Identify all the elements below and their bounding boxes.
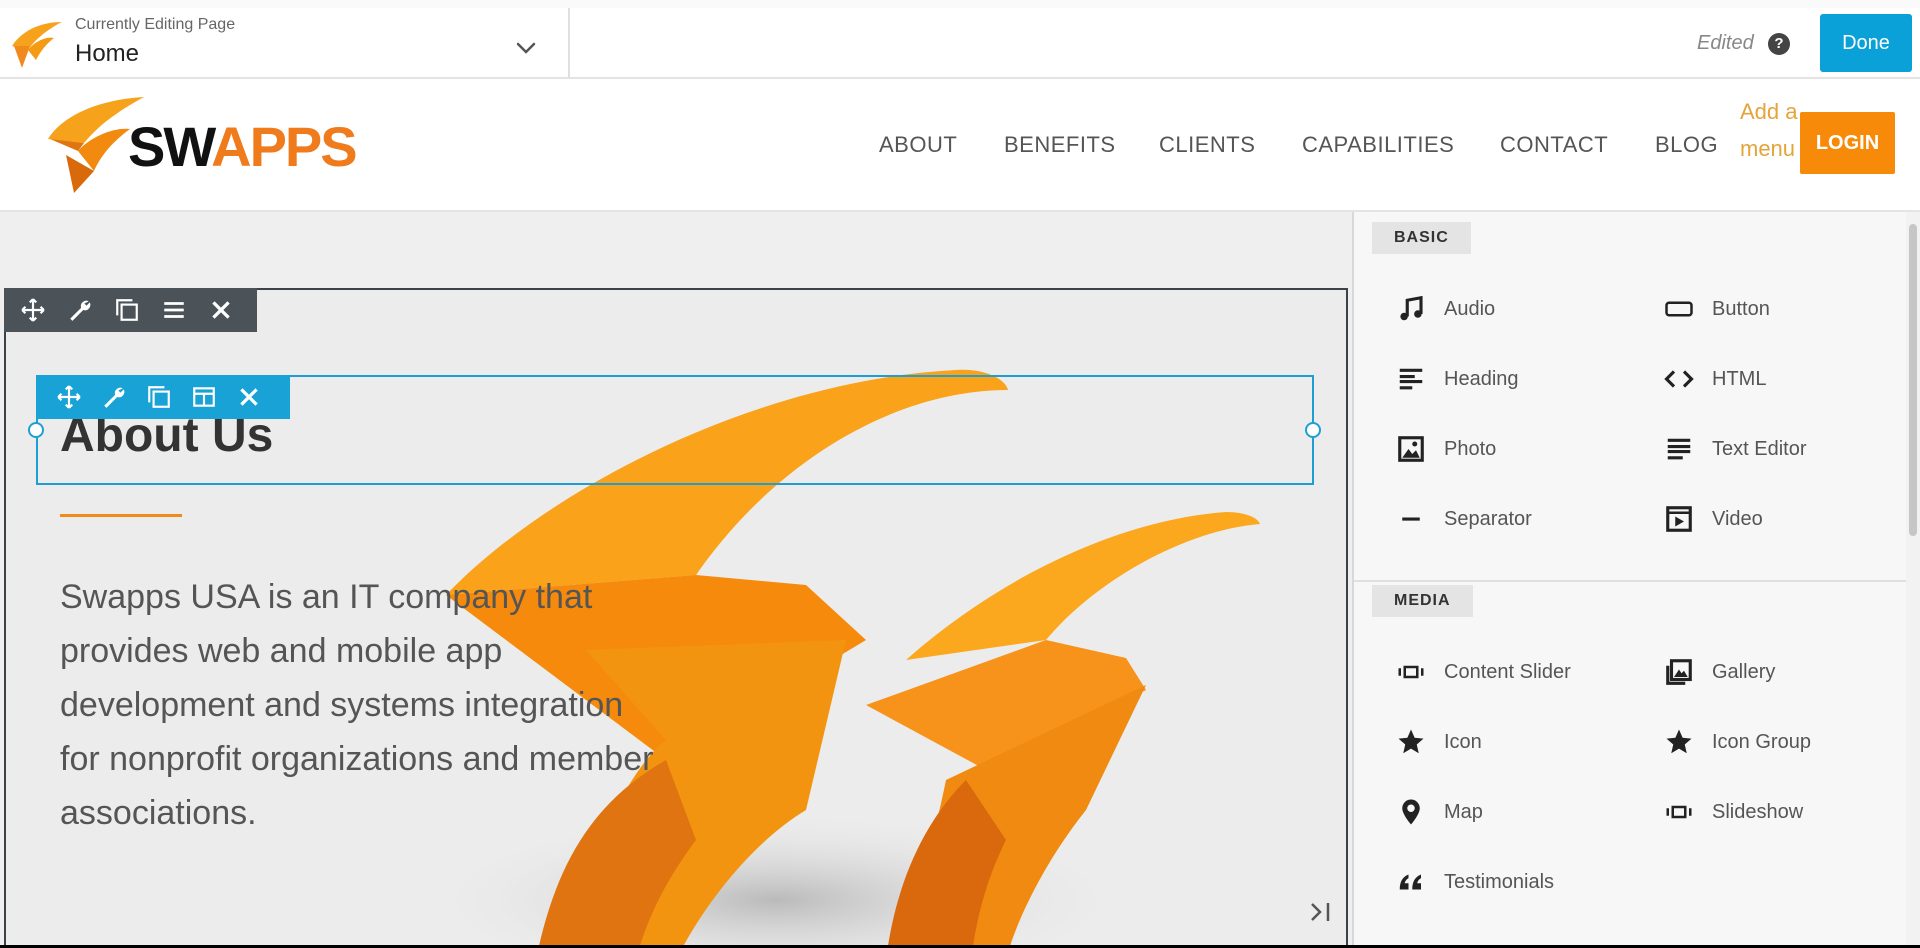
module-label: Content Slider [1444,660,1571,683]
section-title-media: MEDIA [1372,585,1473,617]
nav-blog[interactable]: BLOG [1655,132,1718,158]
nav-clients[interactable]: CLIENTS [1159,132,1255,158]
site-header: SWAPPS ABOUT BENEFITS CLIENTS CAPABILITI… [0,79,1920,212]
module-video[interactable]: Video [1664,499,1763,539]
move-icon[interactable] [20,297,46,323]
modules-panel: BASIC Audio Button Heading HTML Photo Te… [1352,212,1920,945]
close-icon[interactable] [236,384,262,410]
module-separator[interactable]: Separator [1396,499,1532,539]
resize-handle-right[interactable] [1305,422,1321,438]
code-icon [1664,370,1694,388]
module-label: Icon [1444,730,1482,753]
module-text-editor[interactable]: Text Editor [1664,429,1806,469]
section-title-basic: BASIC [1372,222,1471,254]
done-button[interactable]: Done [1820,14,1912,72]
login-button[interactable]: LOGIN [1800,112,1895,174]
module-label: Testimonials [1444,870,1555,893]
nav-benefits[interactable]: BENEFITS [1004,132,1116,158]
collapse-panel-icon[interactable] [1306,898,1334,926]
resize-handle-left[interactable] [28,422,44,438]
module-photo[interactable]: Photo [1396,429,1496,469]
slideshow-icon [1666,805,1692,819]
separator-icon [1402,517,1420,521]
about-paragraph[interactable]: Swapps USA is an IT company that provide… [60,570,660,840]
module-map[interactable]: Map [1396,792,1483,832]
star-icon [1666,729,1692,754]
quote-icon [1399,874,1421,890]
nav-capabilities[interactable]: CAPABILITIES [1302,132,1454,158]
module-label: Map [1444,800,1483,823]
nav-contact[interactable]: CONTACT [1500,132,1608,158]
editor-top-bar: Currently Editing Page Home Edited ? Don… [0,0,1920,79]
button-icon [1665,301,1693,317]
module-label: Heading [1444,367,1519,390]
module-label: Slideshow [1712,800,1804,823]
module-gallery[interactable]: Gallery [1664,652,1775,692]
slider-icon [1398,665,1424,679]
text-editor-icon [1667,438,1691,460]
star-icon [1398,729,1424,754]
panel-scroll-thumb[interactable] [1909,224,1917,536]
help-icon[interactable]: ? [1768,33,1790,55]
module-label: Gallery [1712,660,1776,683]
module-label: Photo [1444,437,1497,460]
topbar-divider [568,8,570,78]
module-heading[interactable]: Heading [1396,359,1519,399]
module-label: Separator [1444,507,1532,530]
module-html[interactable]: HTML [1664,359,1766,399]
video-icon [1666,506,1692,532]
page-selector[interactable]: Home [75,40,139,68]
music-note-icon [1400,295,1423,321]
module-content-slider[interactable]: Content Slider [1396,652,1571,692]
heading-icon [1399,368,1423,390]
wrench-icon[interactable] [101,384,127,410]
module-icon[interactable]: Icon [1396,722,1482,762]
app-logo-icon[interactable] [6,16,64,74]
wrench-icon[interactable] [67,297,93,323]
columns-icon[interactable] [191,384,217,410]
add-menu-link[interactable]: Add a menu [1740,93,1800,167]
module-label: Text Editor [1712,437,1807,460]
gallery-icon [1666,659,1692,685]
module-button[interactable]: Button [1664,289,1770,329]
nav-about[interactable]: ABOUT [879,132,957,158]
move-icon[interactable] [56,384,82,410]
module-toolbar [36,375,290,419]
module-slideshow[interactable]: Slideshow [1664,792,1803,832]
page-canvas: About Us Swapps USA is an IT company tha… [0,212,1352,945]
brand-wordmark: SWAPPS [128,115,358,178]
photo-icon [1398,436,1424,462]
chevron-down-icon[interactable] [512,34,540,62]
module-label: HTML [1712,367,1767,390]
module-icon-group[interactable]: Icon Group [1664,722,1811,762]
module-label: Audio [1444,297,1496,320]
row-toolbar [4,288,257,332]
module-audio[interactable]: Audio [1396,289,1495,329]
module-label: Button [1712,297,1770,320]
editing-label: Currently Editing Page [75,16,236,33]
edit-status: Edited [1697,32,1754,54]
map-pin-icon [1402,799,1420,825]
module-testimonials[interactable]: Testimonials [1396,862,1554,902]
close-icon[interactable] [208,297,234,323]
module-label: Video [1712,507,1763,530]
duplicate-icon[interactable] [114,297,140,323]
duplicate-icon[interactable] [146,384,172,410]
module-label: Icon Group [1712,730,1811,753]
menu-icon[interactable] [161,297,187,323]
heading-underline [60,514,182,517]
